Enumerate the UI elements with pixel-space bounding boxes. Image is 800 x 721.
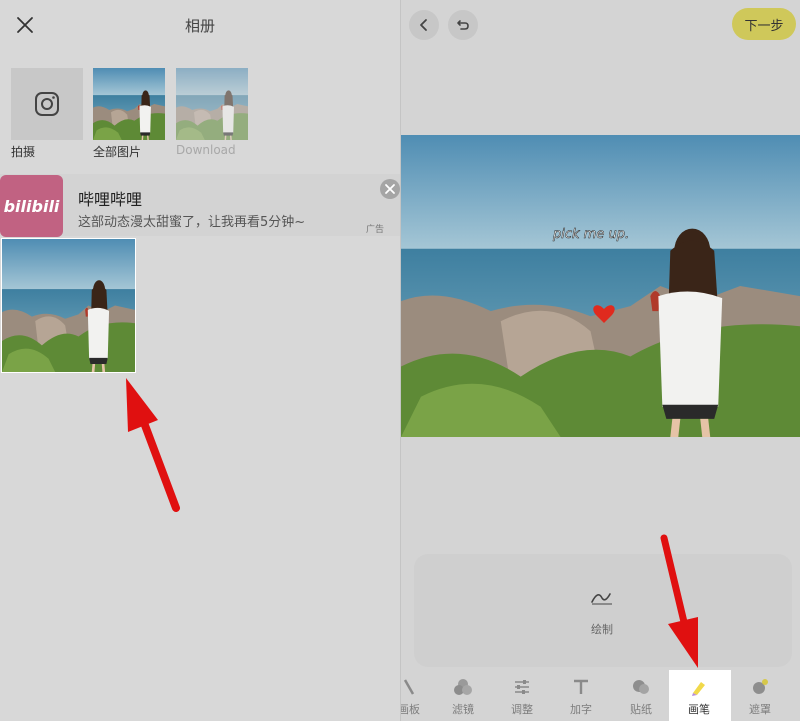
tab-label: 加字 (570, 703, 592, 716)
tab-adjust[interactable]: 调整 (492, 670, 552, 721)
all-photos-tile[interactable] (93, 68, 165, 140)
tab-brush[interactable]: 画笔 (669, 670, 731, 721)
tab-mask[interactable]: 遮罩 (730, 670, 790, 721)
ad-tag: 广告 (366, 225, 385, 235)
download-album-tile[interactable] (176, 68, 248, 140)
sticker-icon (633, 680, 649, 694)
mask-icon (753, 679, 768, 694)
bilibili-logo: bilibili (0, 175, 63, 237)
tab-label: 滤镜 (452, 703, 474, 716)
undo-icon (457, 20, 469, 30)
download-label: Download (176, 143, 236, 157)
ad-title: 哔哩哔哩 (78, 190, 143, 209)
album-cover-image (176, 68, 248, 140)
camera-label: 拍摄 (11, 145, 36, 159)
tab-sticker[interactable]: 贴纸 (611, 670, 671, 721)
beach-photo (2, 239, 135, 372)
tool-panel (414, 554, 792, 667)
page-title: 相册 (184, 16, 215, 35)
camera-icon (35, 92, 59, 116)
tab-label: 画笔 (688, 703, 710, 716)
back-button[interactable] (409, 10, 439, 40)
ad-description: 这部动态漫太甜蜜了，让我再看5分钟~ (78, 215, 306, 230)
photo-thumbnail[interactable] (1, 238, 136, 373)
brush-icon (692, 682, 705, 696)
ad-close-button[interactable] (380, 179, 400, 199)
overlay-text: pick me up. (552, 227, 629, 242)
next-step-button[interactable]: 下一步 (732, 8, 796, 40)
board-icon (403, 679, 415, 695)
camera-tile[interactable] (11, 68, 83, 140)
editing-canvas[interactable]: pick me up. (401, 135, 800, 437)
all-photos-label: 全部图片 (93, 145, 142, 159)
tab-text[interactable]: 加字 (551, 670, 611, 721)
tab-label: 调整 (511, 703, 533, 716)
close-button[interactable] (14, 14, 36, 36)
tab-label: 贴纸 (630, 703, 652, 716)
text-icon (574, 679, 588, 694)
editor-panel: 下一步 pick me up. 绘制 画板 滤镜 调整 加字 贴纸 画笔 遮罩 (401, 0, 800, 721)
close-icon (17, 17, 33, 33)
filter-icon (454, 679, 472, 695)
album-cover-image (93, 68, 165, 140)
close-icon (385, 184, 395, 194)
tab-label: 遮罩 (749, 703, 771, 716)
undo-button[interactable] (448, 10, 478, 40)
album-panel: 相册 拍摄 全部图片 Download bilibili 哔哩哔哩 这部动态漫太… (0, 0, 400, 721)
adjust-icon (515, 680, 529, 694)
chevron-left-icon (420, 19, 427, 31)
draw-icon[interactable] (590, 588, 614, 606)
draw-tool-label: 绘制 (591, 623, 613, 636)
tab-filter[interactable]: 滤镜 (433, 670, 493, 721)
beach-photo: pick me up. (401, 135, 800, 437)
